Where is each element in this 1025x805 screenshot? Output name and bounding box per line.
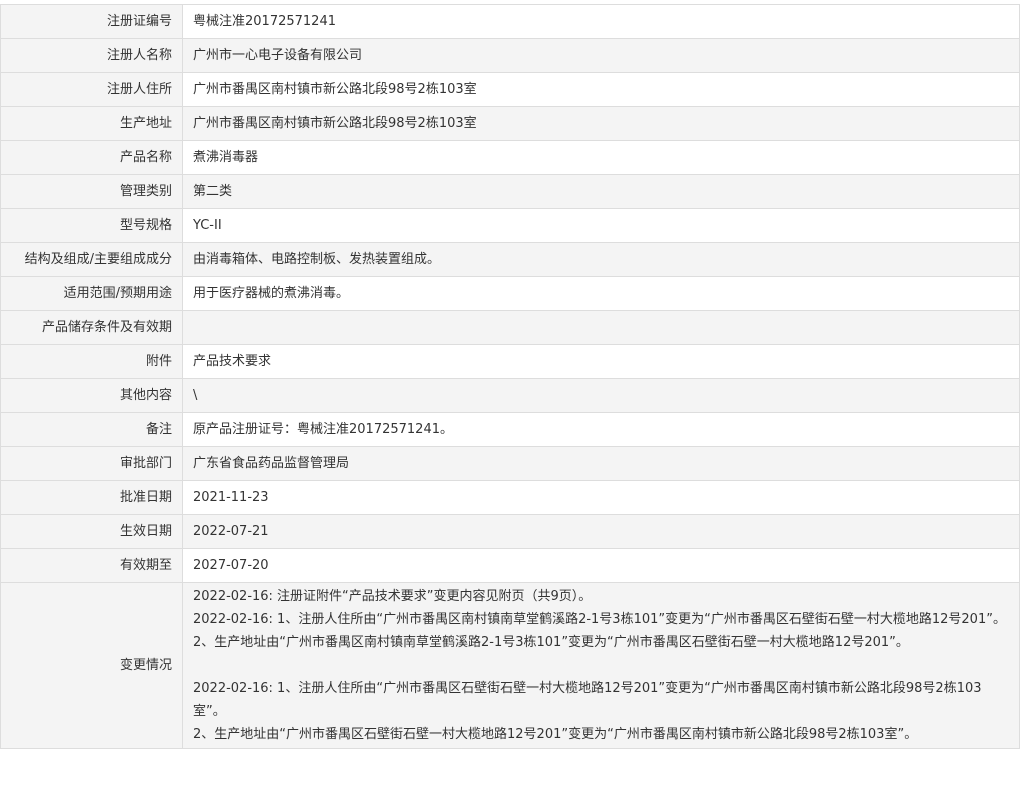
- table-row: 备注 原产品注册证号：粤械注准20172571241。: [0, 412, 1020, 447]
- field-value: 2027-07-20: [182, 548, 1020, 583]
- field-value: 2021-11-23: [182, 480, 1020, 515]
- registration-info-table: 注册证编号 粤械注准20172571241 注册人名称 广州市一心电子设备有限公司 …: [0, 4, 1020, 749]
- field-value: 2022-07-21: [182, 514, 1020, 549]
- table-row: 管理类别 第二类: [0, 174, 1020, 209]
- change-entry-spacer: [193, 654, 1007, 677]
- field-value: 用于医疗器械的煮沸消毒。: [182, 276, 1020, 311]
- table-row: 生效日期 2022-07-21: [0, 514, 1020, 549]
- table-row: 其他内容 \: [0, 378, 1020, 413]
- table-row: 审批部门 广东省食品药品监督管理局: [0, 446, 1020, 481]
- change-entry: 2022-02-16: 1、注册人住所由“广州市番禺区南村镇南草堂鹤溪路2-1号…: [193, 612, 1006, 627]
- field-label: 产品储存条件及有效期: [0, 310, 183, 345]
- field-value: 广州市一心电子设备有限公司: [182, 38, 1020, 73]
- table-row: 产品名称 煮沸消毒器: [0, 140, 1020, 175]
- field-label: 备注: [0, 412, 183, 447]
- field-value: 产品技术要求: [182, 344, 1020, 379]
- change-entry: 2、生产地址由“广州市番禺区石壁街石壁一村大榄地路12号201”变更为“广州市番…: [193, 727, 918, 742]
- change-entry: 2、生产地址由“广州市番禺区南村镇南草堂鹤溪路2-1号3栋101”变更为“广州市…: [193, 635, 909, 650]
- field-value: 由消毒箱体、电路控制板、发热装置组成。: [182, 242, 1020, 277]
- field-value: 第二类: [182, 174, 1020, 209]
- table-row: 附件 产品技术要求: [0, 344, 1020, 379]
- table-row: 型号规格 YC-II: [0, 208, 1020, 243]
- info-table-body: 注册证编号 粤械注准20172571241 注册人名称 广州市一心电子设备有限公司 …: [0, 4, 1020, 749]
- field-label: 产品名称: [0, 140, 183, 175]
- table-row: 产品储存条件及有效期: [0, 310, 1020, 345]
- field-label: 注册人住所: [0, 72, 183, 107]
- field-label: 注册证编号: [0, 4, 183, 39]
- table-row: 批准日期 2021-11-23: [0, 480, 1020, 515]
- field-label: 型号规格: [0, 208, 183, 243]
- field-label: 注册人名称: [0, 38, 183, 73]
- table-row: 注册人名称 广州市一心电子设备有限公司: [0, 38, 1020, 73]
- change-history-content: 2022-02-16: 注册证附件“产品技术要求”变更内容见附页（共9页）。 2…: [182, 582, 1020, 749]
- field-label: 批准日期: [0, 480, 183, 515]
- field-label: 生产地址: [0, 106, 183, 141]
- table-row: 结构及组成/主要组成成分 由消毒箱体、电路控制板、发热装置组成。: [0, 242, 1020, 277]
- field-value: 广州市番禺区南村镇市新公路北段98号2栋103室: [182, 106, 1020, 141]
- field-value: 煮沸消毒器: [182, 140, 1020, 175]
- change-history-row: 变更情况 2022-02-16: 注册证附件“产品技术要求”变更内容见附页（共9…: [0, 582, 1020, 749]
- field-label: 附件: [0, 344, 183, 379]
- field-value: 广州市番禺区南村镇市新公路北段98号2栋103室: [182, 72, 1020, 107]
- field-label: 结构及组成/主要组成成分: [0, 242, 183, 277]
- field-value: 粤械注准20172571241: [182, 4, 1020, 39]
- table-row: 有效期至 2027-07-20: [0, 548, 1020, 583]
- table-row: 注册人住所 广州市番禺区南村镇市新公路北段98号2栋103室: [0, 72, 1020, 107]
- field-label: 有效期至: [0, 548, 183, 583]
- field-value: 广东省食品药品监督管理局: [182, 446, 1020, 481]
- field-label: 其他内容: [0, 378, 183, 413]
- change-entry: 2022-02-16: 1、注册人住所由“广州市番禺区石壁街石壁一村大榄地路12…: [193, 681, 982, 719]
- field-value: [182, 310, 1020, 345]
- field-value: \: [182, 378, 1020, 413]
- table-row: 生产地址 广州市番禺区南村镇市新公路北段98号2栋103室: [0, 106, 1020, 141]
- table-row: 适用范围/预期用途 用于医疗器械的煮沸消毒。: [0, 276, 1020, 311]
- change-entry: 2022-02-16: 注册证附件“产品技术要求”变更内容见附页（共9页）。: [193, 589, 592, 604]
- field-label: 管理类别: [0, 174, 183, 209]
- field-value: 原产品注册证号：粤械注准20172571241。: [182, 412, 1020, 447]
- table-row: 注册证编号 粤械注准20172571241: [0, 4, 1020, 39]
- field-value: YC-II: [182, 208, 1020, 243]
- change-history-label: 变更情况: [0, 582, 183, 749]
- field-label: 适用范围/预期用途: [0, 276, 183, 311]
- field-label: 生效日期: [0, 514, 183, 549]
- field-label: 审批部门: [0, 446, 183, 481]
